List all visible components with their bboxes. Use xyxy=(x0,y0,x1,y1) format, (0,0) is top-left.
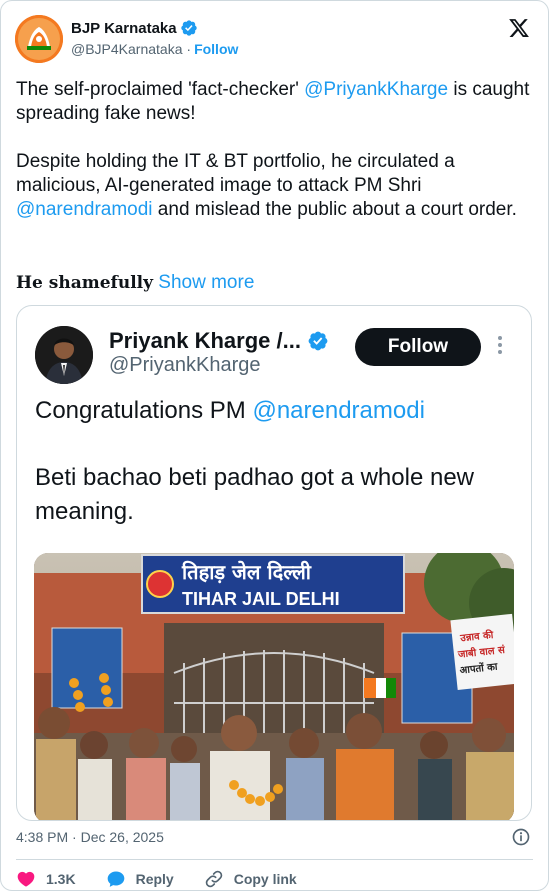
show-more-link[interactable]: Show more xyxy=(158,272,254,293)
sign-hindi-text: तिहाड़ जेल दिल्ली xyxy=(181,560,312,584)
link-icon xyxy=(205,870,222,888)
like-button[interactable]: 1.3K xyxy=(16,869,76,889)
action-bar: 1.3K Reply Copy link xyxy=(16,867,327,891)
info-icon[interactable] xyxy=(511,827,531,847)
like-count: 1.3K xyxy=(46,871,76,887)
author-avatar[interactable] xyxy=(15,15,63,63)
bold-text: He shamefully xyxy=(16,273,154,293)
author-name[interactable]: BJP Karnataka xyxy=(71,20,177,37)
reply-button[interactable]: Reply xyxy=(106,869,174,889)
reply-bubble-icon xyxy=(107,871,124,887)
quoted-author-handle[interactable]: @PriyankKharge xyxy=(109,354,260,377)
verified-badge-icon xyxy=(180,20,197,36)
tweet-card: BJP Karnataka @BJP4Karnataka · Follow Th… xyxy=(0,0,549,891)
tweet-body: The self-proclaimed 'fact-checker' @Priy… xyxy=(16,78,536,246)
author-handle[interactable]: @BJP4Karnataka xyxy=(71,41,183,57)
text-segment: and mislead the public about a court ord… xyxy=(152,199,517,220)
quoted-author-name[interactable]: Priyank Kharge /... xyxy=(109,328,301,354)
text-segment: The self-proclaimed 'fact-checker' xyxy=(16,79,305,100)
tweet-paragraph-1: The self-proclaimed 'fact-checker' @Priy… xyxy=(16,78,536,126)
divider xyxy=(16,859,533,860)
tweet-timestamp[interactable]: 4:38 PM · Dec 26, 2025 xyxy=(16,829,164,845)
reply-label: Reply xyxy=(135,871,174,887)
mention-link[interactable]: @narendramodi xyxy=(252,397,424,424)
x-logo-icon[interactable] xyxy=(508,17,530,39)
text-segment: Congratulations PM xyxy=(35,397,253,424)
sign-english-text: TIHAR JAIL DELHI xyxy=(182,589,340,609)
quoted-text-line-2: Beti bachao beti padhao got a whole new … xyxy=(35,464,474,525)
heart-icon xyxy=(17,871,35,887)
quoted-avatar[interactable] xyxy=(35,326,93,384)
tweet-paragraph-2: Despite holding the IT & BT portfolio, h… xyxy=(16,150,536,222)
verified-badge-icon xyxy=(308,331,328,351)
quoted-text-line-1: Congratulations PM @narendramodi xyxy=(35,396,425,426)
quoted-photo[interactable]: तिहाड़ जेल दिल्ली TIHAR JAIL DELHI उन्ना… xyxy=(34,553,514,820)
more-options-icon[interactable] xyxy=(495,336,505,360)
follow-link[interactable]: Follow xyxy=(194,41,238,57)
tweet-paragraph-3: He shamefully Show more xyxy=(16,271,254,295)
copy-link-label: Copy link xyxy=(233,871,297,887)
mention-link[interactable]: @PriyankKharge xyxy=(304,79,448,100)
quoted-tweet[interactable]: Priyank Kharge /... @PriyankKharge Follo… xyxy=(16,305,532,821)
text-segment: Despite holding the IT & BT portfolio, h… xyxy=(16,151,455,196)
separator-dot: · xyxy=(182,41,192,57)
quoted-follow-button[interactable]: Follow xyxy=(355,328,481,366)
mention-link[interactable]: @narendramodi xyxy=(16,199,153,220)
tweet-header: BJP Karnataka @BJP4Karnataka · Follow xyxy=(15,15,534,65)
copy-link-button[interactable]: Copy link xyxy=(204,869,297,889)
